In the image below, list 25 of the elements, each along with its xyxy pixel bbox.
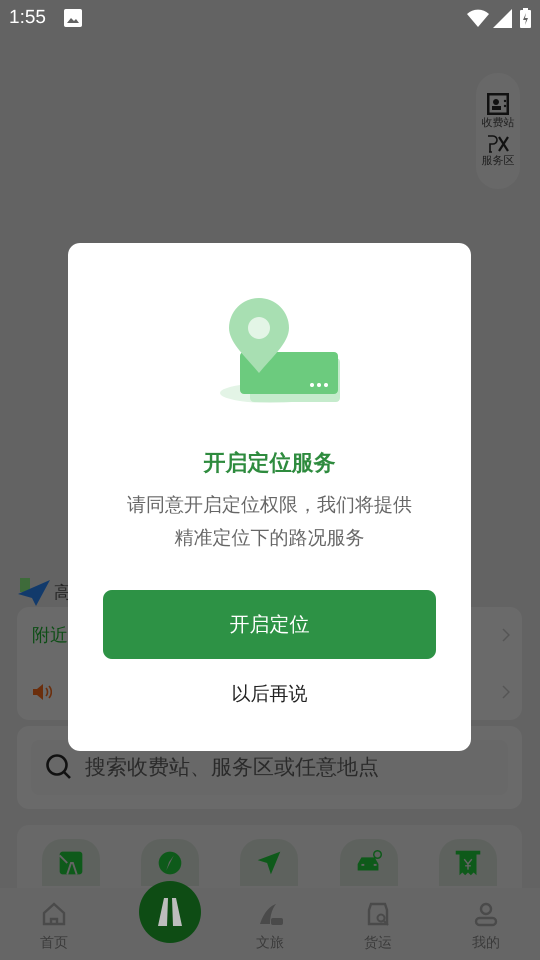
dialog-title: 开启定位服务 [204,449,336,477]
later-button[interactable]: 以后再说 [222,675,318,716]
search-icon [45,753,73,781]
image-icon [64,9,82,27]
signal-icon [493,8,512,28]
shortcut-tile[interactable] [340,839,398,886]
nearby-text: 附近 [32,624,68,647]
status-time: 1:55 [9,6,46,30]
shortcut-tile[interactable] [439,839,498,886]
enable-location-button[interactable]: 开启定位 [103,590,436,659]
speaker-icon [32,684,52,700]
map-tool-label[interactable]: 服务区 [482,153,514,169]
dialog-message: 精准定位下的路况服务 [174,527,364,551]
map-tool-label[interactable]: 收费站 [482,115,514,131]
wifi-icon [467,9,489,27]
shortcut-tile[interactable] [141,839,200,886]
shortcut-tile[interactable] [42,839,100,886]
highway-button-icon[interactable] [138,880,202,944]
paper-plane-logo-icon [18,578,50,608]
dialog-message: 请同意开启定位权限，我们将提供 [127,494,412,518]
shortcut-tile[interactable] [240,839,298,886]
person-icon [472,900,500,928]
battery-icon [520,8,531,28]
home-icon [40,900,68,928]
id-card-icon [487,93,509,115]
